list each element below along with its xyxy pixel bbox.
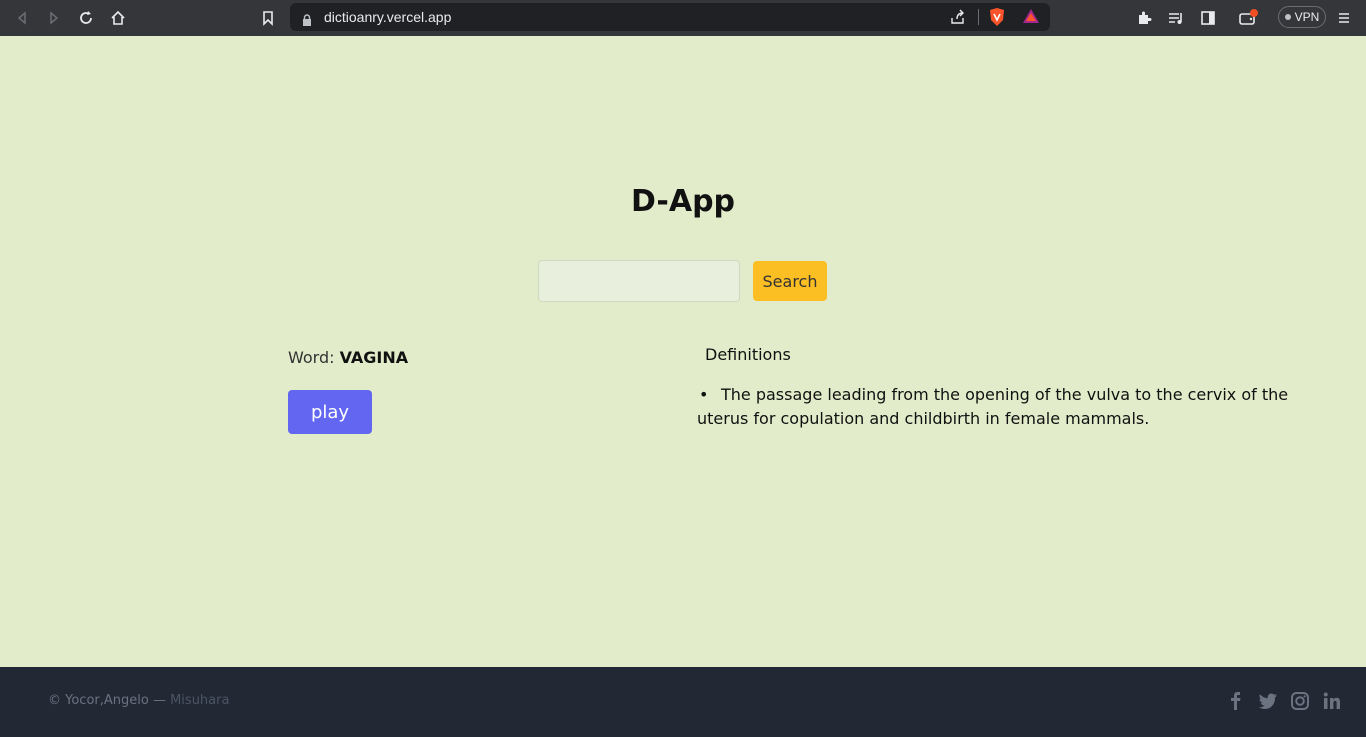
extensions-icon[interactable]	[1132, 6, 1156, 30]
vpn-button[interactable]: VPN	[1278, 6, 1326, 28]
page-title: D-App	[630, 184, 736, 219]
copyright-text: © Yocor,Angelo — Misuhara	[48, 693, 229, 708]
bookmark-icon[interactable]	[256, 6, 280, 30]
instagram-icon[interactable]	[1290, 691, 1310, 711]
media-icon[interactable]	[1164, 6, 1188, 30]
twitter-icon[interactable]	[1258, 691, 1278, 711]
play-button[interactable]: play	[288, 390, 372, 434]
brave-rewards-icon[interactable]	[1022, 8, 1040, 28]
facebook-icon[interactable]	[1226, 691, 1246, 711]
home-icon[interactable]	[106, 6, 130, 30]
vpn-status-dot	[1284, 14, 1291, 20]
menu-icon[interactable]	[1332, 6, 1356, 30]
search-input[interactable]	[538, 260, 740, 302]
sidebar-icon[interactable]	[1196, 6, 1220, 30]
definitions-list: The passage leading from the opening of …	[697, 383, 1327, 431]
definitions-title: Definitions	[705, 345, 791, 364]
back-icon[interactable]	[10, 6, 34, 30]
wallet-icon[interactable]	[1236, 6, 1260, 30]
linkedin-icon[interactable]	[1322, 691, 1342, 711]
reload-icon[interactable]	[74, 6, 98, 30]
share-icon[interactable]	[950, 9, 966, 29]
copyright-label: © Yocor,Angelo —	[48, 693, 171, 708]
brave-shield-icon[interactable]	[988, 7, 1006, 31]
vpn-label: VPN	[1294, 10, 1320, 24]
url-text[interactable]: dictioanry.vercel.app	[324, 9, 451, 25]
word-value: VAGINA	[339, 348, 409, 367]
forward-icon[interactable]	[42, 6, 66, 30]
word-label: Word:	[288, 348, 340, 367]
lock-icon	[302, 11, 312, 30]
author-handle-link[interactable]: Misuhara	[170, 693, 229, 708]
definition-item: The passage leading from the opening of …	[697, 383, 1327, 431]
footer: © Yocor,Angelo — Misuhara	[0, 667, 1366, 737]
word-display: Word: VAGINA	[288, 348, 408, 367]
address-bar[interactable]: dictioanry.vercel.app	[290, 3, 1050, 31]
divider	[978, 9, 979, 25]
browser-toolbar: dictioanry.vercel.app VPN	[0, 0, 1366, 36]
search-button[interactable]: Search	[753, 261, 827, 301]
